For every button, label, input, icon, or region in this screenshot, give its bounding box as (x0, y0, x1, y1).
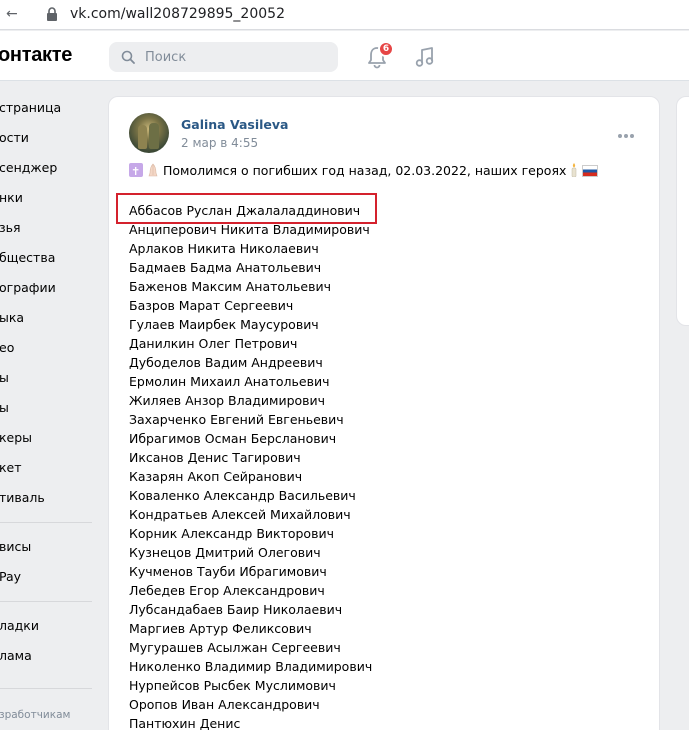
vk-header: онтакте 6 (0, 31, 689, 81)
list-item: Мугурашев Асылжан Сергеевич (129, 640, 341, 655)
list-item: Арлаков Никита Николаевич (129, 241, 319, 256)
browser-address-bar: ← vk.com/wall208729895_20052 (0, 0, 689, 30)
notification-count-badge: 6 (378, 41, 394, 57)
sidebar-item-ads[interactable]: лама (0, 646, 32, 666)
list-item: Лубсандабаев Баир Николаевич (129, 602, 343, 617)
sidebar-divider (0, 601, 92, 602)
author-avatar[interactable] (129, 113, 169, 153)
sidebar-item-games[interactable]: ы (0, 398, 9, 418)
url-text[interactable]: vk.com/wall208729895_20052 (70, 6, 285, 22)
search-input[interactable] (145, 47, 325, 67)
sidebar-item-calls[interactable]: нки (0, 188, 23, 208)
back-arrow-icon[interactable]: ← (6, 6, 18, 22)
lock-icon[interactable] (46, 7, 58, 21)
sidebar-item-services[interactable]: висы (0, 537, 31, 557)
list-item: Аббасов Руслан Джалаладдинович (129, 203, 361, 218)
post-headline: Помолимся о погибших год назад, 02.03.20… (129, 161, 649, 181)
sidebar-item-news[interactable]: ости (0, 128, 29, 148)
list-item: Ибрагимов Осман Берсланович (129, 431, 337, 446)
fallen-names-list: Аббасов Руслан Джалаладдинович Анциперов… (129, 201, 549, 730)
sidebar-item-vk-pay[interactable]: Pay (0, 567, 21, 587)
list-item: Коваленко Александр Васильевич (129, 488, 356, 503)
candle-icon (572, 163, 577, 177)
left-sidebar: страница ости сенджер нки зья бщества ог… (0, 81, 100, 730)
sidebar-item-clips[interactable]: ы (0, 368, 9, 388)
list-item: Данилкин Олег Петрович (129, 336, 298, 351)
list-item: Бадмаев Бадма Анатольевич (129, 260, 322, 275)
list-item: Корник Александр Викторович (129, 526, 334, 541)
sidebar-item-video[interactable]: ео (0, 338, 14, 358)
list-item: Лебедев Егор Александрович (129, 583, 325, 598)
list-item: Захарченко Евгений Евгеньевич (129, 412, 344, 427)
right-widget-edge (676, 96, 689, 326)
vk-logo[interactable]: онтакте (0, 44, 72, 67)
list-item: Маргиев Артур Феликсович (129, 621, 312, 636)
sidebar-item-friends[interactable]: зья (0, 218, 21, 238)
list-item: Базров Марат Сергеевич (129, 298, 294, 313)
list-item: Баженов Максим Анатольевич (129, 279, 331, 294)
russian-flag-icon (582, 165, 599, 177)
sidebar-item-messenger[interactable]: сенджер (0, 158, 57, 178)
list-item: Кузнецов Дмитрий Олегович (129, 545, 321, 560)
list-item: Николенко Владимир Владимирович (129, 659, 373, 674)
list-item: Кучменов Тауби Ибрагимович (129, 564, 327, 579)
search-icon (121, 50, 135, 64)
post-headline-text: Помолимся о погибших год назад, 02.03.20… (162, 163, 567, 178)
list-item: Оропов Иван Александрович (129, 697, 320, 712)
sidebar-divider (0, 688, 92, 689)
list-item: Жиляев Анзор Владимирович (129, 393, 326, 408)
list-item: Казарян Акоп Сейранович (129, 469, 303, 484)
list-item: Ермолин Михаил Анатольевич (129, 374, 330, 389)
wall-post-card: Galina Vasileva 2 мар в 4:55 Помолимся о… (108, 96, 660, 730)
search-box[interactable] (109, 42, 338, 72)
sidebar-item-communities[interactable]: бщества (0, 248, 55, 268)
sidebar-item-stickers[interactable]: керы (0, 428, 32, 448)
music-note-icon[interactable] (414, 45, 436, 69)
list-item: Анциперович Никита Владимирович (129, 222, 370, 237)
sidebar-item-music[interactable]: ыка (0, 308, 24, 328)
list-item: Гулаев Маирбек Маусурович (129, 317, 319, 332)
list-item: Нурпейсов Рысбек Муслимович (129, 678, 336, 693)
list-item: Дубоделов Вадим Андреевич (129, 355, 323, 370)
sidebar-item-festival[interactable]: тиваль (0, 488, 45, 508)
sidebar-item-bookmarks[interactable]: ладки (0, 616, 39, 636)
post-date[interactable]: 2 мар в 4:55 (181, 136, 258, 150)
sidebar-item-market[interactable]: кет (0, 458, 22, 478)
post-text: Помолимся о погибших год назад, 02.03.20… (129, 161, 649, 181)
praying-hands-icon (148, 163, 158, 177)
sidebar-item-photos[interactable]: ографии (0, 278, 56, 298)
post-author-name[interactable]: Galina Vasileva (181, 117, 288, 132)
list-item: Кондратьев Алексей Михайлович (129, 507, 351, 522)
more-options-icon[interactable] (618, 123, 638, 138)
sidebar-footer-developers-link[interactable]: зработчикам (0, 709, 70, 721)
orthodox-cross-icon (129, 162, 143, 181)
sidebar-item-my-page[interactable]: страница (0, 98, 61, 118)
list-item: Пантюхин Денис (129, 716, 241, 730)
sidebar-divider (0, 522, 92, 523)
list-item: Иксанов Денис Тагирович (129, 450, 301, 465)
